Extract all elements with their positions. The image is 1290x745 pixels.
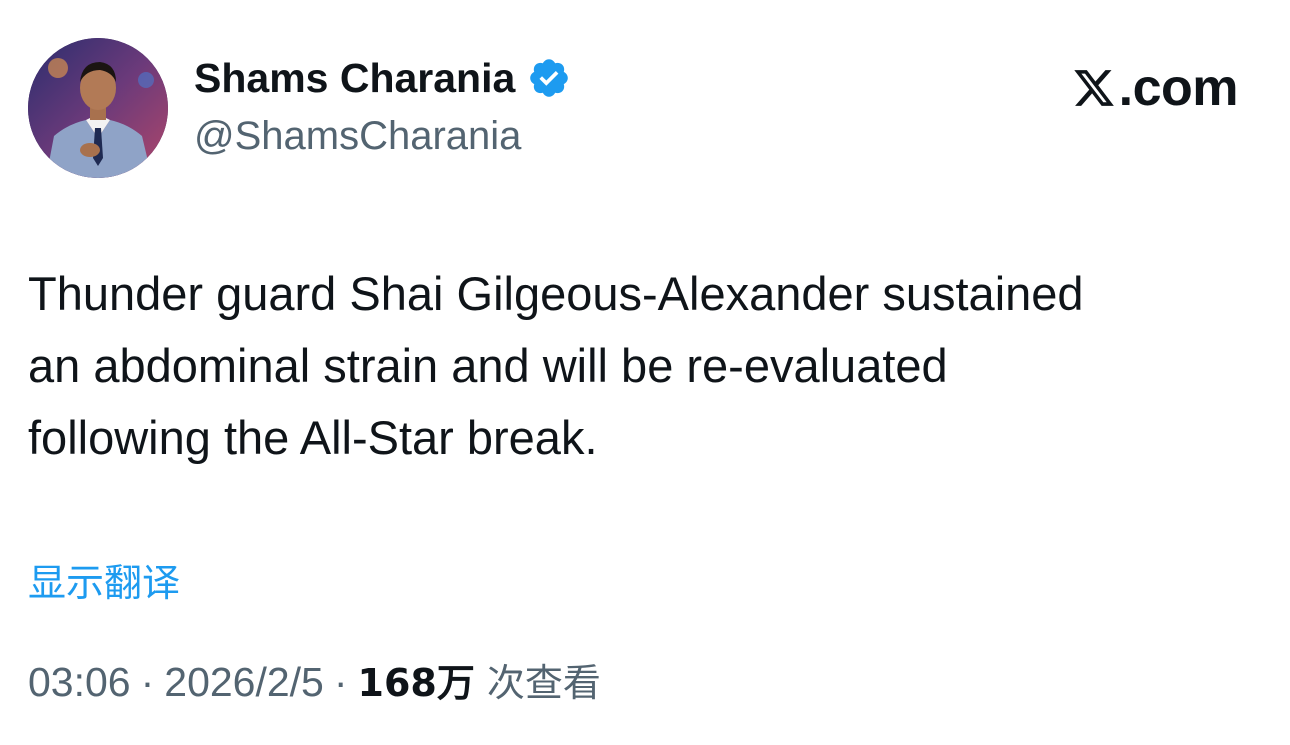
- tweet-text: Thunder guard Shai Gilgeous-Alexander su…: [28, 267, 1084, 464]
- author-handle[interactable]: @ShamsCharania: [194, 114, 571, 159]
- avatar-image: [28, 38, 168, 178]
- author-block: Shams Charania @ShamsCharania: [194, 50, 571, 159]
- views-count[interactable]: 168万: [358, 652, 475, 707]
- verified-badge-icon: [527, 56, 571, 100]
- brand: .com: [1071, 58, 1239, 118]
- tweet-time[interactable]: 03:06: [28, 659, 131, 706]
- meta-separator: ·: [140, 659, 155, 705]
- x-logo-icon: [1071, 66, 1117, 110]
- tweet-date[interactable]: 2026/2/5: [164, 659, 324, 706]
- meta-separator: ·: [333, 659, 348, 705]
- tweet-card: Shams Charania @ShamsCharania .com Thund…: [0, 0, 1290, 745]
- views-label: 次查看: [486, 661, 601, 705]
- avatar[interactable]: [28, 38, 168, 178]
- name-row: Shams Charania: [194, 50, 571, 106]
- tweet-meta: 03:06 · 2026/2/5 · 168万 次查看: [28, 652, 601, 707]
- show-translation-link[interactable]: 显示翻译: [28, 552, 180, 607]
- display-name[interactable]: Shams Charania: [194, 55, 515, 102]
- brand-domain-text: .com: [1118, 59, 1239, 117]
